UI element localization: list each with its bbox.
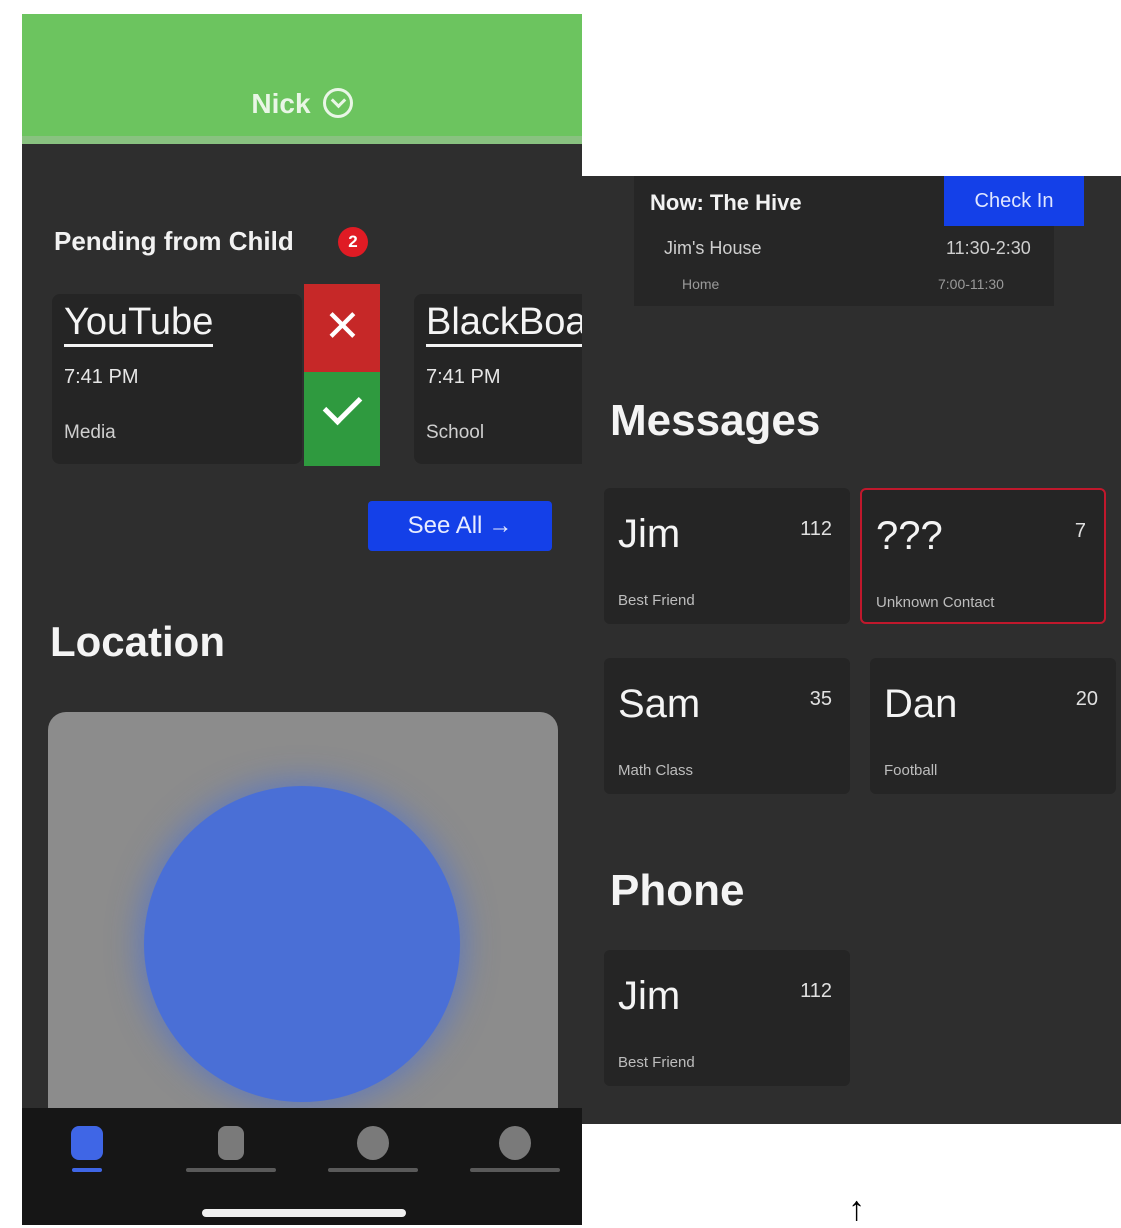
contact-relation: Football <box>884 762 938 779</box>
child-name: Nick <box>251 88 311 119</box>
tab-label <box>328 1168 418 1172</box>
tab-profile[interactable] <box>470 1124 560 1172</box>
message-contact-card[interactable]: Sam 35 Math Class <box>604 658 850 794</box>
location-map[interactable] <box>48 712 558 1132</box>
arrow-right-icon: → <box>488 512 513 539</box>
schedule-time: 11:30-2:30 <box>946 238 1031 258</box>
message-contact-card-flagged[interactable]: ??? 7 Unknown Contact <box>860 488 1106 624</box>
home-icon <box>71 1126 103 1160</box>
child-selector[interactable]: Nick <box>22 87 582 121</box>
request-category: Media <box>64 422 116 443</box>
chevron-down-circle-icon <box>322 87 353 118</box>
request-card-blackboard[interactable]: BlackBoard 7:41 PM School <box>414 294 582 464</box>
location-section-title: Location <box>50 618 225 665</box>
check-icon <box>322 385 363 426</box>
tab-label <box>470 1168 560 1172</box>
pending-section-title: Pending from Child <box>54 226 294 256</box>
contact-name: Sam <box>618 682 701 726</box>
tab-label <box>72 1168 102 1172</box>
contact-relation: Best Friend <box>618 592 695 609</box>
phone-contact-card[interactable]: Jim 112 Best Friend <box>604 950 850 1086</box>
apps-icon <box>218 1126 244 1160</box>
location-icon <box>357 1126 389 1160</box>
request-time: 7:41 PM <box>64 366 139 388</box>
contact-name: Jim <box>618 512 681 556</box>
request-card-youtube[interactable]: YouTube 7:41 PM Media <box>52 294 302 464</box>
schedule-time: 7:00-11:30 <box>938 276 1004 292</box>
approve-request-button[interactable] <box>304 372 380 466</box>
scroll-up-arrow-icon: ↑ <box>848 1190 865 1228</box>
see-all-label: See All <box>407 512 483 539</box>
parent-home-screen: Nick Pending from Child 2 YouTube 7:41 P… <box>22 14 582 1225</box>
tab-home[interactable] <box>62 1124 112 1172</box>
check-in-button[interactable]: Check In <box>944 176 1084 226</box>
contact-name: Dan <box>884 682 958 726</box>
message-contact-card[interactable]: Jim 112 Best Friend <box>604 488 850 624</box>
tab-bar <box>22 1108 582 1225</box>
message-count: 20 <box>1075 688 1098 710</box>
deny-request-button[interactable]: ✕ <box>304 284 380 372</box>
messages-section-title: Messages <box>610 396 821 445</box>
tab-apps[interactable] <box>186 1124 276 1172</box>
request-app-name: YouTube <box>64 300 214 347</box>
current-location-label: Now: The Hive <box>650 190 802 215</box>
location-radius-marker <box>144 786 460 1102</box>
schedule-place: Jim's House <box>664 238 762 258</box>
header-divider <box>22 136 582 144</box>
message-contact-card[interactable]: Dan 20 Football <box>870 658 1116 794</box>
contact-relation: Math Class <box>618 762 694 779</box>
call-count: 112 <box>800 980 832 1002</box>
contact-name: ??? <box>876 514 943 558</box>
home-indicator[interactable] <box>202 1209 406 1217</box>
child-header: Nick <box>22 14 582 144</box>
request-category: School <box>426 422 485 443</box>
profile-icon <box>499 1126 531 1160</box>
request-time: 7:41 PM <box>426 366 501 388</box>
contact-name: Jim <box>618 974 681 1018</box>
message-count: 35 <box>809 688 832 710</box>
close-icon: ✕ <box>324 302 361 351</box>
message-count: 112 <box>800 518 832 540</box>
request-app-name: BlackBoard <box>426 300 582 347</box>
schedule-place: Home <box>682 276 720 292</box>
pending-count-badge: 2 <box>338 227 368 257</box>
contact-relation: Unknown Contact <box>876 594 995 611</box>
message-count: 7 <box>1074 520 1086 542</box>
parent-detail-screen: Now: The Hive Check In Jim's House 11:30… <box>582 176 1121 1124</box>
tab-location[interactable] <box>328 1124 418 1172</box>
phone-section-title: Phone <box>610 866 745 915</box>
tab-label <box>186 1168 276 1172</box>
see-all-button[interactable]: See All → <box>368 501 552 551</box>
contact-relation: Best Friend <box>618 1054 695 1071</box>
